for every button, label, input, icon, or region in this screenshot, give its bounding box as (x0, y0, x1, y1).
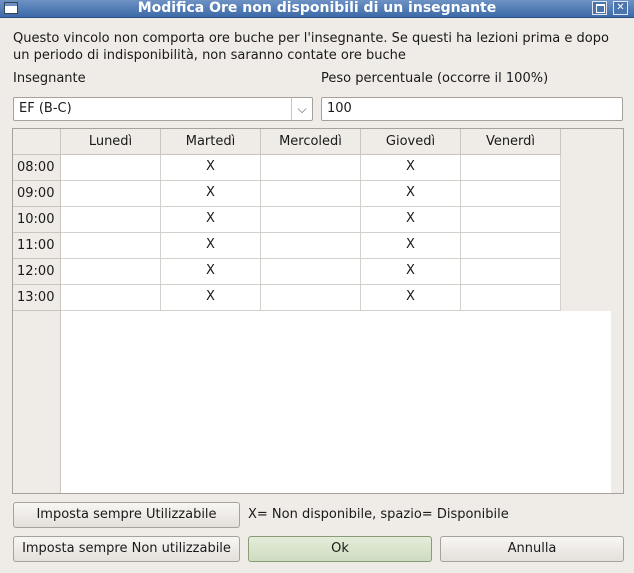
table-cell[interactable] (461, 207, 561, 233)
row-header[interactable]: 13:00 (13, 285, 61, 311)
info-line-2: un periodo di indisponibilità, non saran… (13, 48, 406, 63)
column-header[interactable]: Lunedì (61, 129, 161, 155)
close-icon[interactable]: ✕ (613, 1, 628, 15)
table-cell[interactable] (61, 181, 161, 207)
table-cell[interactable] (261, 155, 361, 181)
table-cell[interactable]: X (161, 285, 261, 311)
weight-field[interactable] (321, 97, 623, 121)
table-cell[interactable] (261, 181, 361, 207)
table-cell[interactable] (261, 207, 361, 233)
column-header[interactable]: Martedì (161, 129, 261, 155)
table-cell[interactable]: X (361, 181, 461, 207)
window-title: Modifica Ore non disponibili di un inseg… (137, 0, 497, 16)
teacher-select-value: EF (B-C) (19, 101, 72, 116)
table-cell[interactable]: X (361, 155, 461, 181)
teacher-select[interactable]: EF (B-C) ⌵ (13, 97, 313, 121)
table-cell[interactable] (461, 155, 561, 181)
teacher-label: Insegnante (13, 71, 86, 86)
table-cell[interactable]: X (161, 207, 261, 233)
table-cell[interactable] (261, 285, 361, 311)
table-cell[interactable] (461, 181, 561, 207)
table-cell[interactable]: X (361, 285, 461, 311)
row-header[interactable]: 10:00 (13, 207, 61, 233)
table-cell[interactable] (61, 233, 161, 259)
table-cell[interactable]: X (361, 207, 461, 233)
table-cell[interactable]: X (361, 233, 461, 259)
title-bar: Modifica Ore non disponibili di un inseg… (0, 0, 634, 18)
table-cell[interactable]: X (161, 259, 261, 285)
column-header[interactable]: Mercoledì (261, 129, 361, 155)
row-header[interactable]: 11:00 (13, 233, 61, 259)
table-cell[interactable] (261, 233, 361, 259)
column-header[interactable]: Venerdì (461, 129, 561, 155)
table-empty-area (61, 311, 611, 493)
legend-text: X= Non disponibile, spazio= Disponibile (248, 507, 509, 522)
table-cell[interactable] (461, 233, 561, 259)
maximize-icon[interactable] (592, 1, 607, 15)
availability-table: Lunedì Martedì Mercoledì Giovedì Venerdì 08:0… (12, 128, 624, 494)
row-header[interactable]: 09:00 (13, 181, 61, 207)
set-all-usable-button[interactable]: Imposta sempre Utilizzabile (13, 502, 240, 528)
weight-input[interactable] (327, 101, 607, 116)
row-header[interactable]: 12:00 (13, 259, 61, 285)
table-cell[interactable]: X (161, 155, 261, 181)
table-cell[interactable]: X (161, 233, 261, 259)
column-header[interactable]: Giovedì (361, 129, 461, 155)
table-cell[interactable] (61, 155, 161, 181)
table-cell[interactable] (461, 259, 561, 285)
chevron-down-icon[interactable]: ⌵ (291, 98, 312, 120)
table-cell[interactable]: X (161, 181, 261, 207)
table-cell[interactable] (61, 207, 161, 233)
row-header[interactable]: 08:00 (13, 155, 61, 181)
table-cell[interactable] (61, 285, 161, 311)
set-all-unusable-button[interactable]: Imposta sempre Non utilizzabile (13, 536, 240, 562)
table-cell[interactable] (461, 285, 561, 311)
info-text: Questo vincolo non comporta ore buche pe… (13, 30, 613, 64)
table-cell[interactable] (261, 259, 361, 285)
cancel-button[interactable]: Annulla (440, 536, 624, 562)
ok-button[interactable]: Ok (248, 536, 432, 562)
info-line-1: Questo vincolo non comporta ore buche pe… (13, 31, 609, 46)
weight-label: Peso percentuale (occorre il 100%) (321, 71, 549, 86)
table-cell[interactable] (61, 259, 161, 285)
table-corner (13, 129, 61, 155)
row-header-gutter (13, 311, 61, 493)
table-cell[interactable]: X (361, 259, 461, 285)
